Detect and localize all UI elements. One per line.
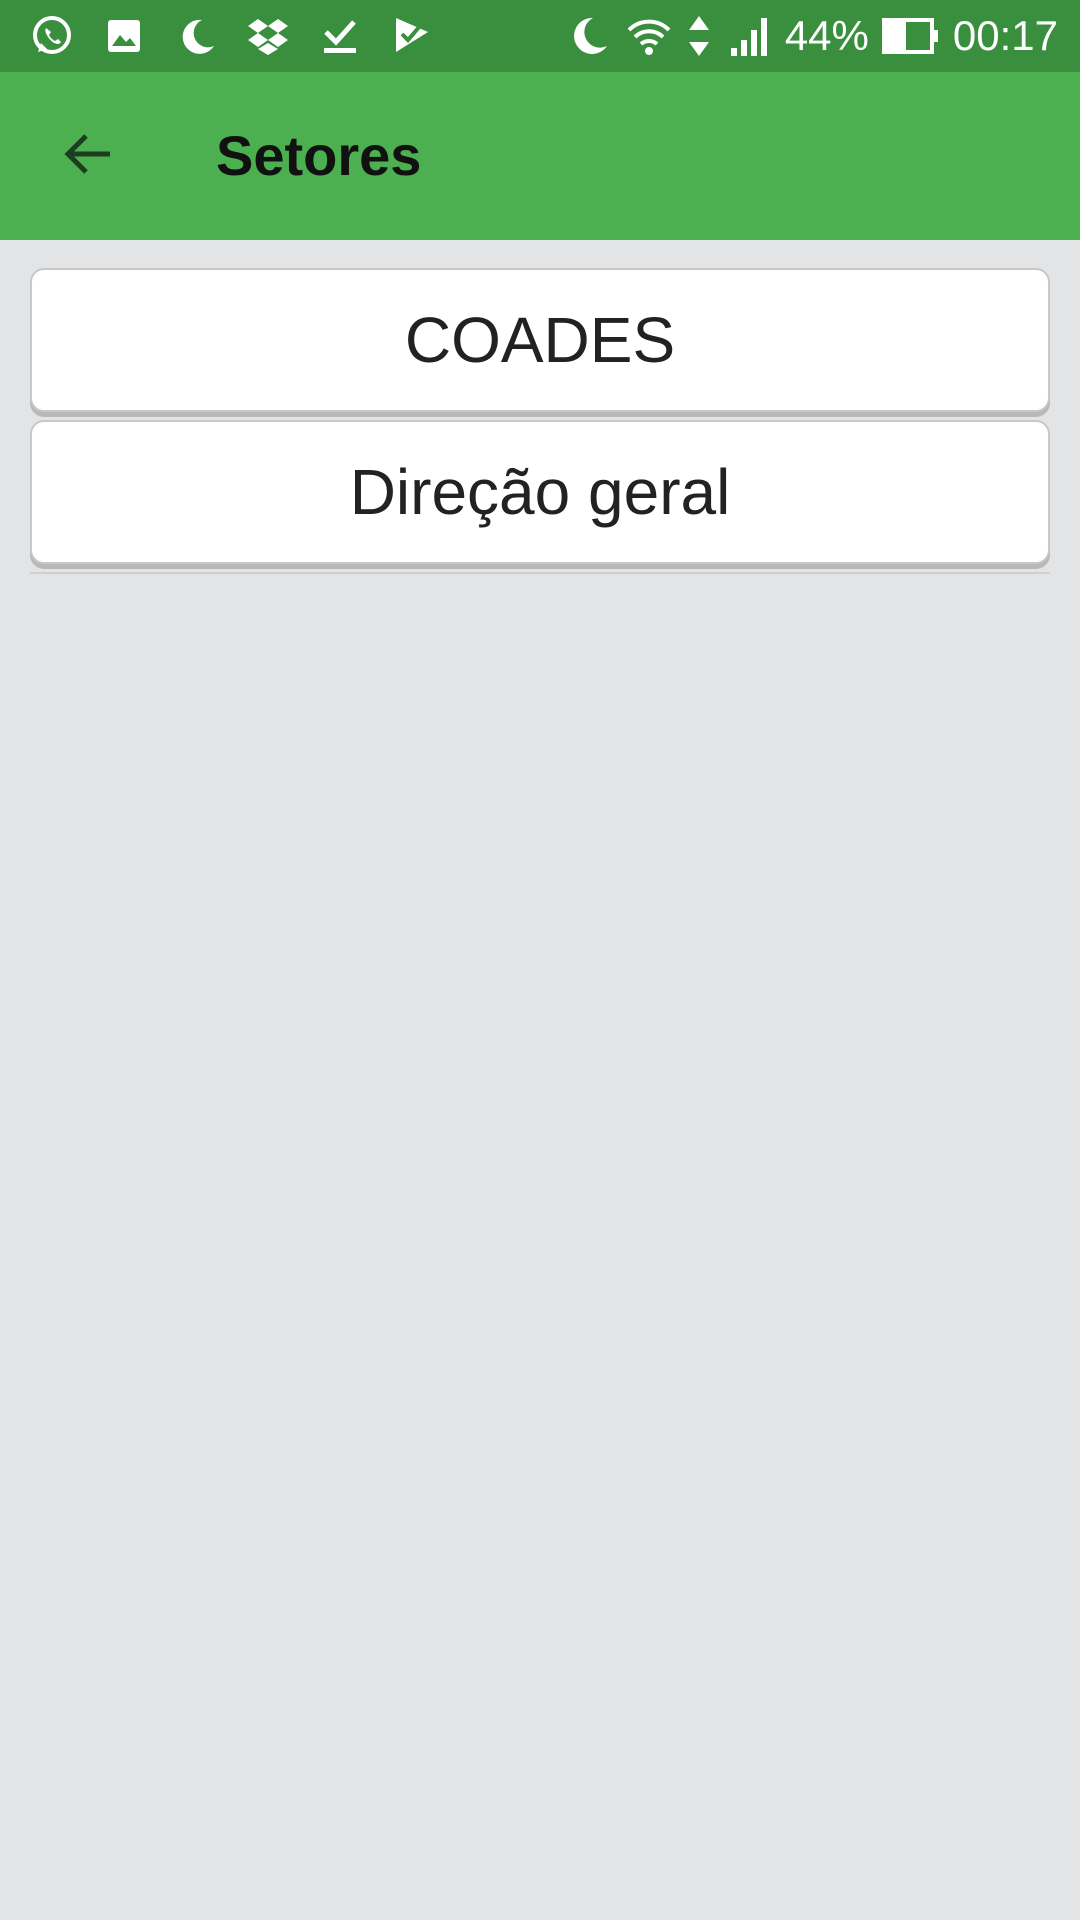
flag-check-icon [388, 12, 436, 60]
notification-icons [28, 0, 436, 72]
list-item-direcao-geral[interactable]: Direção geral [30, 420, 1050, 564]
clock: 00:17 [952, 12, 1058, 59]
moon-icon [565, 12, 613, 60]
system-icons: 44% 00:17 [565, 0, 1058, 72]
battery-percent: 44% [784, 12, 869, 59]
dropbox-icon [244, 12, 292, 60]
image-icon [100, 12, 148, 60]
wifi-icon [625, 12, 673, 60]
download-check-icon [316, 12, 364, 60]
list-divider [30, 572, 1050, 574]
status-bar: 44% 00:17 [0, 0, 1080, 72]
list-item-coades[interactable]: COADES [30, 268, 1050, 412]
list-item-label: COADES [404, 304, 676, 376]
back-button[interactable] [40, 108, 136, 204]
whatsapp-icon [28, 12, 76, 60]
moon-icon [172, 12, 220, 60]
signal-icon [725, 12, 773, 60]
app-bar: Setores [0, 72, 1080, 240]
list-item-label: Direção geral [349, 456, 731, 528]
battery-icon [881, 12, 941, 60]
arrow-back-icon [60, 126, 116, 187]
sector-list: COADES Direção geral [30, 268, 1050, 574]
page-title: Setores [216, 124, 422, 187]
data-arrows-icon [685, 12, 713, 60]
